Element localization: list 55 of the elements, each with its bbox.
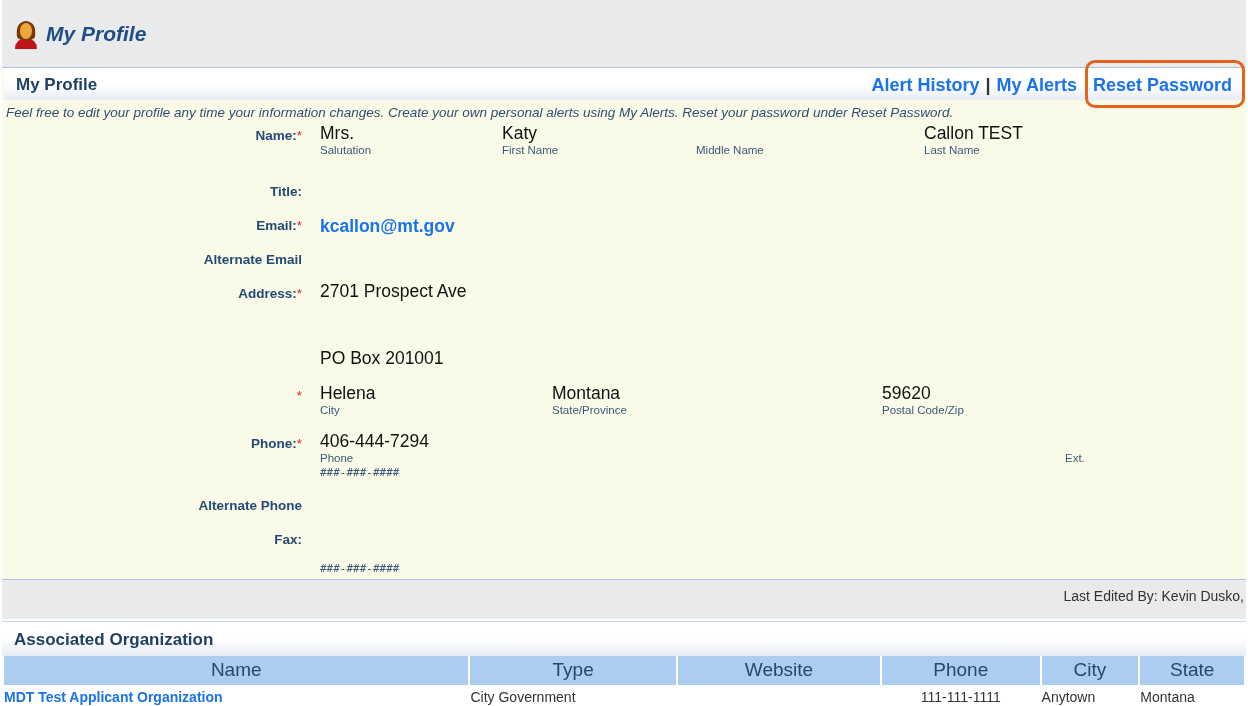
field-value: Katy bbox=[502, 123, 539, 144]
user-icon bbox=[12, 18, 40, 49]
column-header: Phone bbox=[882, 656, 1040, 685]
field-value: 59620 bbox=[882, 383, 932, 404]
field-caption: Phone bbox=[320, 451, 355, 466]
table-cell: 111-111-1111 bbox=[920, 688, 1001, 705]
panel-title: My Profile bbox=[16, 74, 98, 97]
table-cell: City Government bbox=[470, 688, 576, 705]
field-value: Mrs. bbox=[320, 123, 356, 144]
field-label: Title: bbox=[270, 184, 302, 200]
format-hint: ###-###-#### bbox=[320, 561, 401, 578]
address-line: PO Box 201001 bbox=[320, 348, 445, 369]
address-line: 2701 Prospect Ave bbox=[320, 281, 468, 302]
field-label: Name: bbox=[255, 128, 297, 144]
field-caption: Salutation bbox=[320, 143, 373, 158]
field-caption: City bbox=[320, 403, 341, 418]
field-value: 406-444-7294 bbox=[320, 431, 430, 452]
field-value: Helena bbox=[320, 383, 377, 404]
required-mark: * bbox=[296, 128, 302, 144]
intro-text: Feel free to edit your profile any time your information changes. Create your own personal alerts using My Alerts. Reset your password under Reset Password. bbox=[5, 104, 955, 122]
field-label: Address: bbox=[238, 286, 297, 302]
column-header: City bbox=[1041, 656, 1139, 685]
required-mark: * bbox=[296, 218, 302, 234]
table-cell: Anytown bbox=[1041, 688, 1096, 705]
email-link[interactable]: kcallon@mt.gov bbox=[320, 216, 455, 237]
last-edited-text: Last Edited By: Kevin Dusko, bbox=[1063, 588, 1244, 605]
column-header: State bbox=[1140, 656, 1244, 685]
field-value: Montana bbox=[552, 383, 622, 404]
format-hint: ###-###-#### bbox=[320, 465, 401, 482]
column-header: Type bbox=[470, 656, 676, 685]
header-link[interactable]: Alert History bbox=[871, 74, 980, 95]
field-caption: Ext. bbox=[1065, 451, 1086, 466]
field-caption: State/Province bbox=[552, 403, 628, 418]
field-caption: First Name bbox=[502, 143, 560, 158]
required-mark: * bbox=[296, 286, 302, 302]
field-label: Alternate Email bbox=[203, 252, 302, 268]
required-mark: * bbox=[296, 436, 302, 452]
field-caption: Last Name bbox=[924, 143, 981, 158]
separator-text: | bbox=[985, 73, 991, 97]
section-title: Associated Organization bbox=[14, 628, 214, 651]
header-link[interactable]: My Alerts bbox=[996, 74, 1077, 95]
field-caption: Middle Name bbox=[696, 143, 765, 158]
field-label: Alternate Phone bbox=[198, 498, 302, 514]
field-label: Email: bbox=[256, 218, 297, 234]
column-header: Name bbox=[4, 656, 469, 685]
field-caption: Postal Code/Zip bbox=[882, 403, 965, 418]
table-cell: Montana bbox=[1140, 688, 1195, 705]
field-label: Phone: bbox=[251, 436, 297, 452]
field-value: Callon TEST bbox=[924, 123, 1024, 144]
column-header: Website bbox=[677, 656, 881, 685]
required-mark: * bbox=[296, 388, 302, 404]
field-label: Fax: bbox=[274, 532, 302, 548]
page-title: My Profile bbox=[46, 20, 147, 47]
header-link[interactable]: Reset Password bbox=[1092, 74, 1232, 95]
organization-link[interactable]: MDT Test Applicant Organization bbox=[4, 688, 223, 705]
